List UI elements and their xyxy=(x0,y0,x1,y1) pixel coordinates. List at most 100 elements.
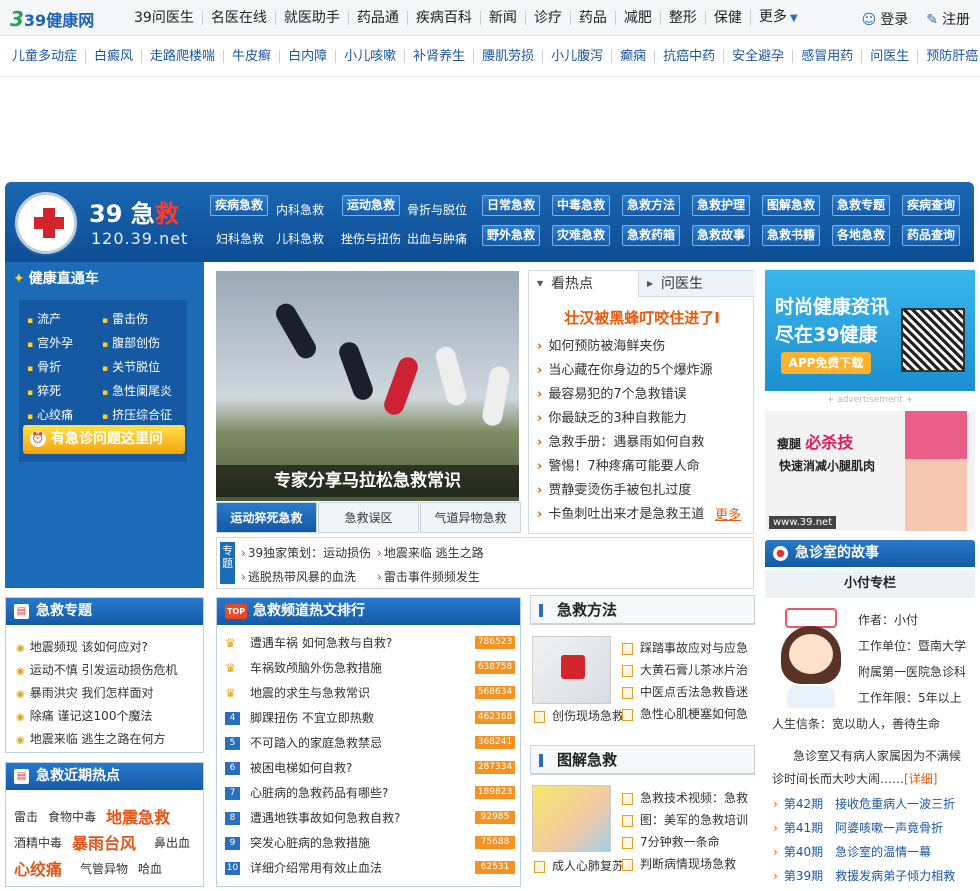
nav-item[interactable]: 保健 xyxy=(704,11,750,25)
first-aid-kit-image[interactable] xyxy=(532,636,611,704)
channel-button[interactable]: 急救书籍 xyxy=(762,225,821,246)
topic-item[interactable]: 地震来临 逃生之路在何方 xyxy=(16,730,166,747)
topic-item[interactable]: 除痛 谨记这100个魔法 xyxy=(16,707,153,724)
special-link[interactable]: 地震来临 逃生之路 xyxy=(377,544,484,561)
tab-hot[interactable]: ▼ 看热点 xyxy=(529,271,639,297)
channel-button[interactable]: 药品查询 xyxy=(902,225,961,246)
topic-link[interactable]: 补肾养生 xyxy=(404,50,473,63)
topic-link[interactable]: 走路爬楼喘 xyxy=(141,50,223,63)
nav-item[interactable]: 药品 xyxy=(569,11,615,25)
topic-link[interactable]: 小儿咳嗽 xyxy=(335,50,404,63)
illustrated-item[interactable]: 图：美军的急救培训 xyxy=(622,811,748,828)
cpr-illustration-image[interactable] xyxy=(532,785,611,852)
channel-link[interactable]: 内科急救 xyxy=(276,201,324,218)
quick-link[interactable]: 骨折 xyxy=(27,358,61,375)
hot-tag[interactable]: 哈血 xyxy=(138,860,162,877)
channel-link[interactable]: 骨折与脱位 xyxy=(407,201,467,218)
more-link[interactable]: 更多 xyxy=(715,504,741,523)
hot-news-item[interactable]: 卡鱼刺吐出来才是急救王道 xyxy=(537,503,704,522)
rank-row[interactable]: 8 遭遇地铁事故如何急救自救? 92985 xyxy=(225,809,515,829)
episode-item[interactable]: 第41期阿婆咳嗽一声竟骨折 xyxy=(773,819,943,836)
quick-link[interactable]: 猝死 xyxy=(27,382,61,399)
channel-button[interactable]: 疾病查询 xyxy=(902,195,961,216)
rank-row[interactable]: 6 被困电梯如何自救? 287334 xyxy=(225,759,515,779)
hot-tag[interactable]: 食物中毒 xyxy=(48,808,96,825)
nav-item[interactable]: 减肥 xyxy=(614,11,660,25)
rank-row[interactable]: 10 详细介绍常用有效止血法 62531 xyxy=(225,859,515,879)
ask-question-button[interactable]: ⏰ 有急诊问题这里问 xyxy=(23,425,185,454)
nav-item[interactable]: 39问医生 xyxy=(130,11,202,25)
nav-item[interactable]: 药品通 xyxy=(347,11,407,25)
method-item[interactable]: 中医点舌法急救昏迷 xyxy=(622,683,748,700)
special-link[interactable]: 逃脱热带风暴的血洗 xyxy=(241,568,356,585)
channel-button[interactable]: 运动急救 xyxy=(342,195,401,216)
hot-tag[interactable]: 气管异物 xyxy=(80,860,128,877)
topic-link[interactable]: 问医生 xyxy=(861,50,917,63)
nav-item[interactable]: 就医助手 xyxy=(274,11,348,25)
topic-item[interactable]: 暴雨洪灾 我们怎样面对 xyxy=(16,684,154,701)
hot-news-item[interactable]: 你最缺乏的3种自救能力 xyxy=(537,407,686,426)
quick-link[interactable]: 心绞痛 xyxy=(27,406,73,423)
illustrated-item[interactable]: 急救技术视频：急救 xyxy=(622,789,748,806)
topic-item[interactable]: 地震频现 该如何应对? xyxy=(16,638,148,655)
quick-link[interactable]: 流产 xyxy=(27,310,61,327)
special-link[interactable]: 39独家策划：运动损伤 xyxy=(241,544,371,561)
hot-news-item[interactable]: 急救手册：遇暴雨如何自救 xyxy=(537,431,704,450)
feature-banner[interactable]: 专家分享马拉松急救常识 xyxy=(216,271,519,501)
episode-item[interactable]: 第39期救援发病弟子倾力相救 xyxy=(773,867,955,884)
register-link[interactable]: ✎ 注册 xyxy=(926,9,970,29)
illustrated-item[interactable]: 判断病情现场急救 xyxy=(622,855,736,872)
hot-news-item[interactable]: 警惕！7种疼痛可能要人命 xyxy=(537,455,699,474)
hot-headline[interactable]: 壮汉被黑蜂叮咬住进了I xyxy=(529,307,755,328)
hot-news-item[interactable]: 贾静雯烫伤手被包扎过度 xyxy=(537,479,691,498)
episode-item[interactable]: 第40期急诊室的温情一幕 xyxy=(773,843,931,860)
nav-item[interactable]: 整形 xyxy=(659,11,705,25)
topic-link[interactable]: 感冒用药 xyxy=(792,50,861,63)
method-item[interactable]: 急性心肌梗塞如何急 xyxy=(622,705,748,722)
nav-item[interactable]: 新闻 xyxy=(479,11,525,25)
tab-ask-doctor[interactable]: ▶ 问医生 xyxy=(639,271,749,297)
hot-tag[interactable]: 地震急救 xyxy=(106,804,170,828)
special-link[interactable]: 雷击事件频频发生 xyxy=(377,568,480,585)
topic-link[interactable]: 牛皮癣 xyxy=(223,50,279,63)
topic-link[interactable]: 腰肌劳损 xyxy=(473,50,542,63)
topic-link[interactable]: 白内障 xyxy=(279,50,335,63)
channel-button[interactable]: 中毒急救 xyxy=(552,195,611,216)
hot-tag[interactable]: 雷击 xyxy=(14,808,38,825)
hot-news-item[interactable]: 最容易犯的7个急救错误 xyxy=(537,383,686,402)
nav-item[interactable]: 名医在线 xyxy=(201,11,275,25)
channel-logo[interactable]: 39 急救 120.39.net xyxy=(9,184,207,262)
method-item[interactable]: 踩踏事故应对与应急 xyxy=(622,639,748,656)
banner-tab[interactable]: 急救误区 xyxy=(318,502,419,533)
topic-link[interactable]: 儿童多动症 xyxy=(4,50,85,63)
nav-item[interactable]: 疾病百科 xyxy=(406,11,480,25)
channel-link[interactable]: 出血与肿痛 xyxy=(407,230,467,247)
thumb-caption[interactable]: 成人心肺复苏 xyxy=(534,857,624,874)
banner-tab[interactable]: 气道异物急救 xyxy=(420,502,521,533)
channel-button[interactable]: 疾病急救 xyxy=(210,195,269,216)
episode-item[interactable]: 第42期接收危重病人一波三折 xyxy=(773,795,955,812)
quick-link[interactable]: 挤压综合征 xyxy=(102,406,172,423)
topic-link[interactable]: 癫痫 xyxy=(611,50,654,63)
topic-link[interactable]: 白癜风 xyxy=(85,50,141,63)
app-download-button[interactable]: APP免费下载 xyxy=(781,352,871,374)
channel-button[interactable]: 急救药箱 xyxy=(622,225,681,246)
channel-button[interactable]: 急救护理 xyxy=(692,195,751,216)
quick-link[interactable]: 雷击伤 xyxy=(102,310,148,327)
channel-link[interactable]: 儿科急救 xyxy=(276,230,324,247)
topic-link[interactable]: 预防肝癌 xyxy=(917,50,980,63)
quick-link[interactable]: 关节脱位 xyxy=(102,358,160,375)
login-link[interactable]: ☺ 登录 xyxy=(862,9,909,29)
channel-link[interactable]: 妇科急救 xyxy=(216,230,264,247)
rank-row[interactable]: 7 心脏病的急救药品有哪些? 189823 xyxy=(225,784,515,804)
quick-link[interactable]: 急性阑尾炎 xyxy=(102,382,172,399)
channel-button[interactable]: 图解急救 xyxy=(762,195,821,216)
channel-button[interactable]: 急救故事 xyxy=(692,225,751,246)
topic-link[interactable]: 安全避孕 xyxy=(723,50,792,63)
quick-link[interactable]: 宫外孕 xyxy=(27,334,73,351)
channel-button[interactable]: 各地急救 xyxy=(832,225,891,246)
rank-row[interactable]: 4 脚踝扭伤 不宜立即热敷 462368 xyxy=(225,709,515,729)
topic-link[interactable]: 抗癌中药 xyxy=(654,50,723,63)
channel-button[interactable]: 灾难急救 xyxy=(552,225,611,246)
rank-row[interactable]: 9 突发心脏病的急救措施 75688 xyxy=(225,834,515,854)
